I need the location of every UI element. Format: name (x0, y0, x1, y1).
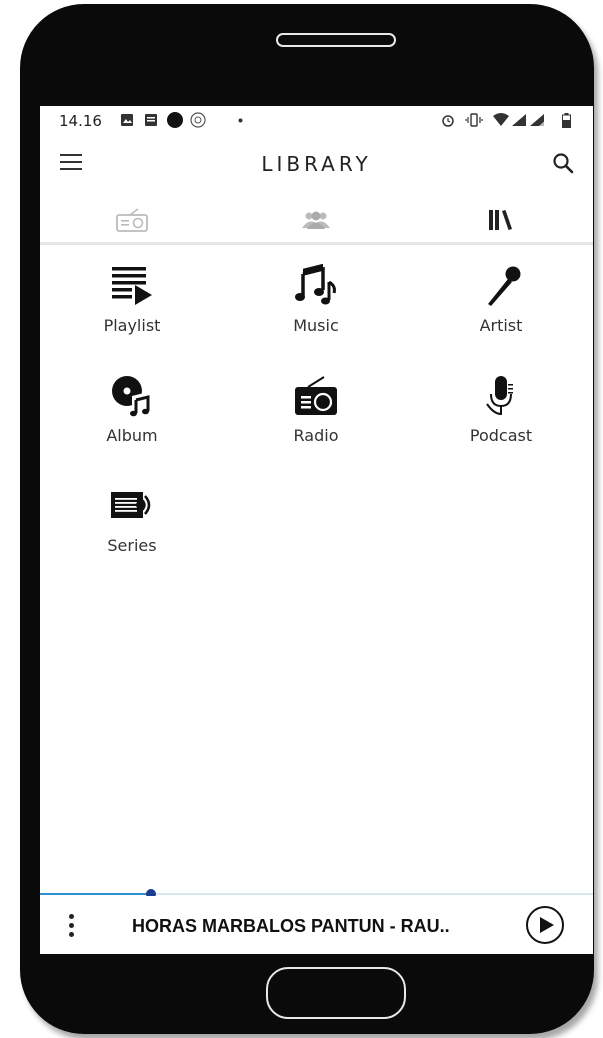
dot-notification-icon (167, 112, 183, 128)
category-artist[interactable]: Artist (431, 264, 571, 364)
category-label: Playlist (103, 316, 161, 335)
app-notification-icon (190, 112, 206, 128)
category-album[interactable]: Album (62, 374, 202, 474)
tab-bar (40, 198, 593, 245)
app-screen: 14.16 LIBRARY Playlist Music Artist Albu… (40, 106, 593, 954)
app-bar: LIBRARY (40, 134, 593, 194)
category-label: Series (107, 536, 157, 555)
speaker-grille (276, 33, 396, 47)
more-options-button[interactable] (65, 914, 77, 942)
search-button[interactable] (552, 152, 576, 176)
category-music[interactable]: Music (246, 264, 386, 364)
more-notifications-icon (238, 118, 243, 123)
dot (68, 932, 74, 937)
tab-people[interactable] (286, 204, 346, 236)
category-label: Podcast (469, 426, 533, 445)
radio-tab-icon (116, 208, 148, 232)
progress-fill (40, 893, 151, 895)
category-radio[interactable]: Radio (246, 374, 386, 474)
series-icon (111, 492, 151, 518)
signal-icon-2 (530, 114, 544, 126)
music-note-icon (295, 264, 336, 305)
page-title: LIBRARY (261, 152, 372, 176)
home-button[interactable] (266, 967, 406, 1019)
play-button[interactable] (526, 906, 564, 944)
microphone-icon (488, 266, 521, 306)
category-series[interactable]: Series (62, 484, 202, 584)
tab-library[interactable] (471, 204, 531, 236)
dot (68, 914, 74, 919)
wifi-icon (493, 113, 509, 126)
now-playing-title[interactable]: HORAS MARBALOS PANTUN - RAU.. (132, 916, 450, 937)
message-notification-icon (145, 114, 157, 126)
search-icon (553, 153, 574, 174)
dot (68, 923, 74, 928)
library-tab-icon (489, 210, 512, 230)
radio-icon (295, 376, 337, 415)
status-bar: 14.16 (40, 106, 593, 134)
image-notification-icon (121, 114, 133, 126)
play-icon (540, 917, 554, 933)
mini-player: HORAS MARBALOS PANTUN - RAU.. (40, 896, 593, 954)
playback-progress-bar[interactable] (40, 889, 593, 899)
category-label: Music (293, 316, 339, 335)
playlist-icon (112, 267, 152, 305)
album-icon (112, 376, 150, 417)
podcast-mic-icon (486, 376, 513, 416)
category-label: Artist (479, 316, 523, 335)
signal-icon (512, 114, 526, 126)
alarm-icon (442, 115, 454, 127)
category-podcast[interactable]: Podcast (431, 374, 571, 474)
category-label: Radio (293, 426, 339, 445)
tab-radio[interactable] (102, 204, 162, 236)
vibrate-icon (465, 113, 483, 127)
people-tab-icon (302, 211, 330, 229)
category-label: Album (106, 426, 158, 445)
battery-icon (562, 113, 571, 128)
category-playlist[interactable]: Playlist (62, 264, 202, 364)
status-time: 14.16 (59, 112, 102, 130)
